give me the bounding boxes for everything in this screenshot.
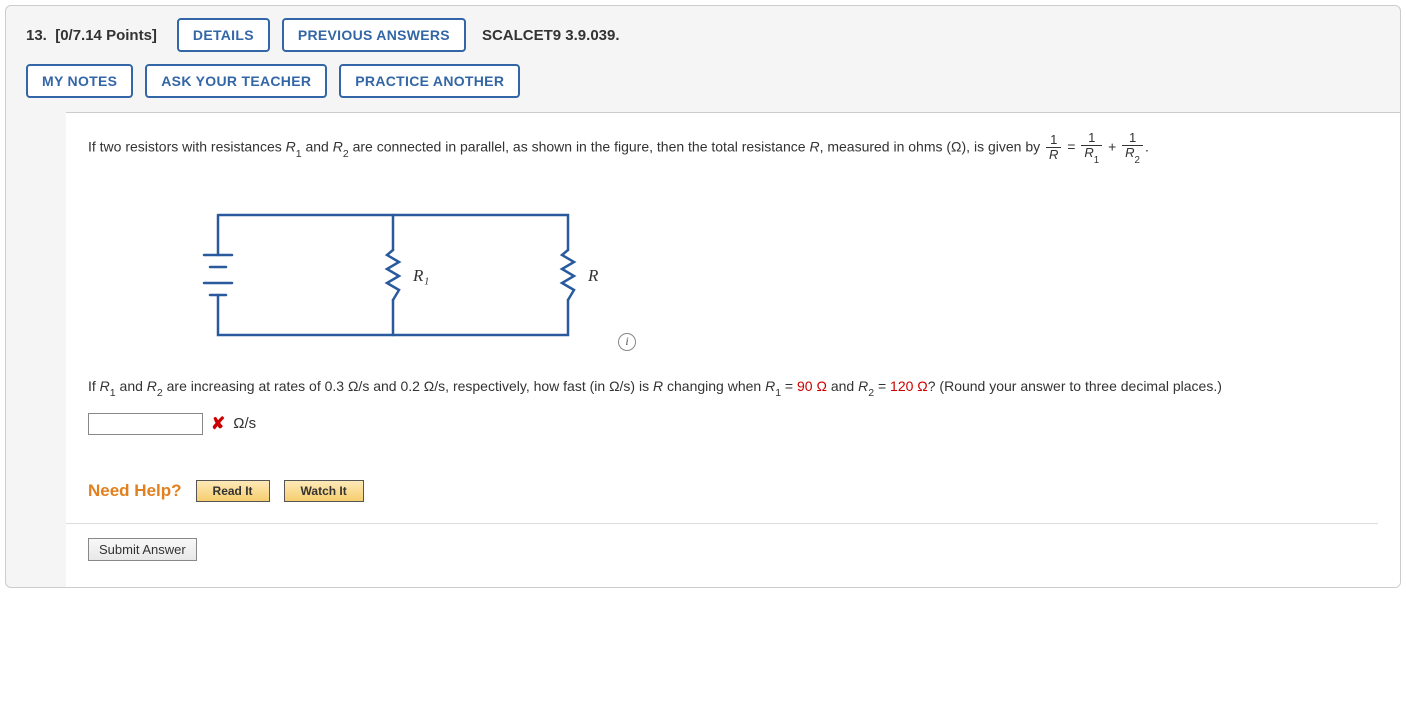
answer-unit: Ω/s	[233, 412, 256, 436]
source-label: SCALCET9 3.9.039.	[482, 27, 620, 44]
problem-intro: If two resistors with resistances R1 and…	[88, 131, 1378, 165]
value-r2: 120 Ω	[890, 378, 928, 394]
circuit-figure-wrap: R₁ R₂ i	[198, 195, 1378, 355]
incorrect-icon: ✘	[211, 410, 225, 437]
fraction-1-over-r2: 1R2	[1122, 131, 1143, 165]
answer-row: ✘ Ω/s	[88, 410, 1378, 437]
value-r1: 90 Ω	[797, 378, 827, 394]
watch-it-button[interactable]: Watch It	[284, 480, 364, 502]
question-container: 13. [0/7.14 Points] DETAILS PREVIOUS ANS…	[5, 5, 1401, 588]
question-body: If two resistors with resistances R1 and…	[66, 112, 1400, 587]
previous-answers-button[interactable]: PREVIOUS ANSWERS	[282, 18, 466, 52]
submit-row: Submit Answer	[66, 523, 1378, 567]
submit-answer-button[interactable]: Submit Answer	[88, 538, 197, 561]
circuit-diagram: R₁ R₂	[198, 195, 598, 355]
fraction-1-over-r: 1R	[1046, 133, 1061, 163]
fraction-1-over-r1: 1R1	[1081, 131, 1102, 165]
need-help-row: Need Help? Read It Watch It	[88, 477, 1378, 504]
my-notes-button[interactable]: MY NOTES	[26, 64, 133, 98]
header-row-2: MY NOTES ASK YOUR TEACHER PRACTICE ANOTH…	[6, 60, 1400, 112]
info-icon[interactable]: i	[618, 333, 636, 351]
need-help-label: Need Help?	[88, 477, 182, 504]
details-button[interactable]: DETAILS	[177, 18, 270, 52]
ask-teacher-button[interactable]: ASK YOUR TEACHER	[145, 64, 327, 98]
read-it-button[interactable]: Read It	[196, 480, 270, 502]
header-row-1: 13. [0/7.14 Points] DETAILS PREVIOUS ANS…	[6, 6, 1400, 60]
circuit-r1-label: R₁	[412, 266, 429, 285]
answer-input[interactable]	[88, 413, 203, 435]
circuit-r2-label: R₂	[587, 266, 598, 285]
practice-another-button[interactable]: PRACTICE ANOTHER	[339, 64, 520, 98]
problem-question: If R1 and R2 are increasing at rates of …	[88, 375, 1378, 401]
question-number: 13. [0/7.14 Points]	[26, 27, 157, 44]
